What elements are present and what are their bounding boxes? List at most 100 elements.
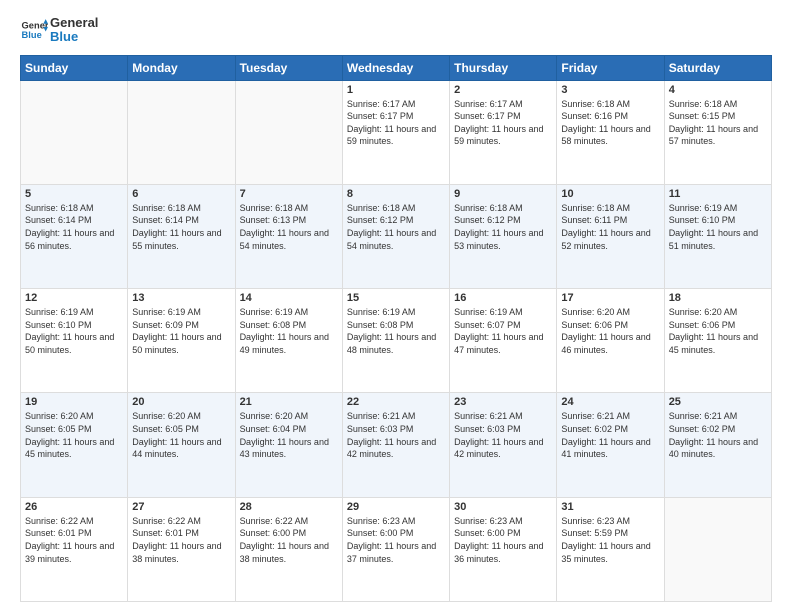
calendar-cell: 24 Sunrise: 6:21 AMSunset: 6:02 PMDayligh… [557,393,664,497]
calendar-cell: 15 Sunrise: 6:19 AMSunset: 6:08 PMDayligh… [342,289,449,393]
weekday-header-sunday: Sunday [21,55,128,80]
weekday-header-wednesday: Wednesday [342,55,449,80]
cell-info: Sunrise: 6:19 AMSunset: 6:10 PMDaylight:… [669,202,767,252]
weekday-header-friday: Friday [557,55,664,80]
calendar-cell: 29 Sunrise: 6:23 AMSunset: 6:00 PMDayligh… [342,497,449,601]
day-number: 7 [240,188,338,200]
day-number: 31 [561,501,659,513]
calendar-cell: 2 Sunrise: 6:17 AMSunset: 6:17 PMDaylight… [450,80,557,184]
calendar-cell: 5 Sunrise: 6:18 AMSunset: 6:14 PMDaylight… [21,184,128,288]
day-number: 30 [454,501,552,513]
calendar-cell: 31 Sunrise: 6:23 AMSunset: 5:59 PMDayligh… [557,497,664,601]
calendar-cell: 23 Sunrise: 6:21 AMSunset: 6:03 PMDayligh… [450,393,557,497]
cell-info: Sunrise: 6:19 AMSunset: 6:08 PMDaylight:… [240,306,338,356]
cell-info: Sunrise: 6:18 AMSunset: 6:12 PMDaylight:… [454,202,552,252]
weekday-header-row: SundayMondayTuesdayWednesdayThursdayFrid… [21,55,772,80]
cell-info: Sunrise: 6:17 AMSunset: 6:17 PMDaylight:… [454,98,552,148]
cell-info: Sunrise: 6:20 AMSunset: 6:05 PMDaylight:… [132,410,230,460]
calendar-cell: 4 Sunrise: 6:18 AMSunset: 6:15 PMDaylight… [664,80,771,184]
calendar-cell: 25Sunrise: 6:21 AMSunset: 6:02 PMDayligh… [664,393,771,497]
day-number: 1 [347,84,445,96]
calendar-table: SundayMondayTuesdayWednesdayThursdayFrid… [20,55,772,602]
cell-info: Sunrise: 6:20 AMSunset: 6:05 PMDaylight:… [25,410,123,460]
day-number: 19 [25,396,123,408]
cell-info: Sunrise: 6:21 AMSunset: 6:03 PMDaylight:… [454,410,552,460]
calendar-cell: 13Sunrise: 6:19 AMSunset: 6:09 PMDayligh… [128,289,235,393]
cell-info: Sunrise: 6:21 AMSunset: 6:03 PMDaylight:… [347,410,445,460]
cell-info: Sunrise: 6:23 AMSunset: 6:00 PMDaylight:… [454,515,552,565]
cell-info: Sunrise: 6:18 AMSunset: 6:14 PMDaylight:… [132,202,230,252]
week-row-4: 19 Sunrise: 6:20 AMSunset: 6:05 PMDayligh… [21,393,772,497]
cell-info: Sunrise: 6:18 AMSunset: 6:14 PMDaylight:… [25,202,123,252]
day-number: 9 [454,188,552,200]
day-number: 10 [561,188,659,200]
logo: General Blue General Blue [20,16,98,45]
calendar-cell: 26Sunrise: 6:22 AMSunset: 6:01 PMDayligh… [21,497,128,601]
calendar-cell: 10 Sunrise: 6:18 AMSunset: 6:11 PMDayligh… [557,184,664,288]
logo-icon: General Blue [20,16,48,44]
cell-info: Sunrise: 6:18 AMSunset: 6:11 PMDaylight:… [561,202,659,252]
calendar-cell: 19 Sunrise: 6:20 AMSunset: 6:05 PMDayligh… [21,393,128,497]
calendar-cell: 8 Sunrise: 6:18 AMSunset: 6:12 PMDaylight… [342,184,449,288]
cell-info: Sunrise: 6:23 AMSunset: 6:00 PMDaylight:… [347,515,445,565]
day-number: 8 [347,188,445,200]
calendar-cell: 1 Sunrise: 6:17 AMSunset: 6:17 PMDaylight… [342,80,449,184]
svg-text:Blue: Blue [22,30,42,40]
day-number: 26 [25,501,123,513]
day-number: 29 [347,501,445,513]
weekday-header-monday: Monday [128,55,235,80]
day-number: 18 [669,292,767,304]
cell-info: Sunrise: 6:19 AMSunset: 6:10 PMDaylight:… [25,306,123,356]
calendar-cell: 17 Sunrise: 6:20 AMSunset: 6:06 PMDayligh… [557,289,664,393]
day-number: 28 [240,501,338,513]
cell-info: Sunrise: 6:22 AMSunset: 6:01 PMDaylight:… [132,515,230,565]
calendar-cell: 30 Sunrise: 6:23 AMSunset: 6:00 PMDayligh… [450,497,557,601]
cell-info: Sunrise: 6:23 AMSunset: 5:59 PMDaylight:… [561,515,659,565]
calendar-cell: 27 Sunrise: 6:22 AMSunset: 6:01 PMDayligh… [128,497,235,601]
calendar-cell [235,80,342,184]
cell-info: Sunrise: 6:19 AMSunset: 6:08 PMDaylight:… [347,306,445,356]
calendar-cell: 22 Sunrise: 6:21 AMSunset: 6:03 PMDayligh… [342,393,449,497]
day-number: 17 [561,292,659,304]
cell-info: Sunrise: 6:17 AMSunset: 6:17 PMDaylight:… [347,98,445,148]
weekday-header-tuesday: Tuesday [235,55,342,80]
logo-general: General [50,16,98,30]
cell-info: Sunrise: 6:18 AMSunset: 6:16 PMDaylight:… [561,98,659,148]
day-number: 23 [454,396,552,408]
cell-info: Sunrise: 6:18 AMSunset: 6:12 PMDaylight:… [347,202,445,252]
day-number: 4 [669,84,767,96]
calendar-cell [128,80,235,184]
calendar-cell: 12 Sunrise: 6:19 AMSunset: 6:10 PMDayligh… [21,289,128,393]
cell-info: Sunrise: 6:20 AMSunset: 6:06 PMDaylight:… [561,306,659,356]
day-number: 5 [25,188,123,200]
week-row-5: 26 Sunrise: 6:22 AMSunset: 6:01 PMDayligh… [21,497,772,601]
day-number: 12 [25,292,123,304]
day-number: 27 [132,501,230,513]
calendar-cell: 16Sunrise: 6:19 AMSunset: 6:07 PMDayligh… [450,289,557,393]
cell-info: Sunrise: 6:21 AMSunset: 6:02 PMDaylight:… [561,410,659,460]
day-number: 20 [132,396,230,408]
cell-info: Sunrise: 6:21 AMSunset: 6:02 PMDaylight:… [669,410,767,460]
week-row-3: 12 Sunrise: 6:19 AMSunset: 6:10 PMDayligh… [21,289,772,393]
day-number: 3 [561,84,659,96]
day-number: 24 [561,396,659,408]
day-number: 14 [240,292,338,304]
day-number: 11 [669,188,767,200]
cell-info: Sunrise: 6:19 AMSunset: 6:09 PMDaylight:… [132,306,230,356]
weekday-header-thursday: Thursday [450,55,557,80]
day-number: 2 [454,84,552,96]
week-row-1: 1 Sunrise: 6:17 AMSunset: 6:17 PMDaylight… [21,80,772,184]
day-number: 22 [347,396,445,408]
calendar-cell: 9 Sunrise: 6:18 AMSunset: 6:12 PMDaylight… [450,184,557,288]
calendar-cell: 18Sunrise: 6:20 AMSunset: 6:06 PMDayligh… [664,289,771,393]
calendar-cell: 11 Sunrise: 6:19 AMSunset: 6:10 PMDayligh… [664,184,771,288]
calendar-cell: 7 Sunrise: 6:18 AMSunset: 6:13 PMDaylight… [235,184,342,288]
calendar-cell: 28Sunrise: 6:22 AMSunset: 6:00 PMDayligh… [235,497,342,601]
day-number: 6 [132,188,230,200]
calendar-cell [21,80,128,184]
cell-info: Sunrise: 6:18 AMSunset: 6:13 PMDaylight:… [240,202,338,252]
cell-info: Sunrise: 6:18 AMSunset: 6:15 PMDaylight:… [669,98,767,148]
header: General Blue General Blue [20,16,772,45]
day-number: 15 [347,292,445,304]
calendar-cell: 21Sunrise: 6:20 AMSunset: 6:04 PMDayligh… [235,393,342,497]
